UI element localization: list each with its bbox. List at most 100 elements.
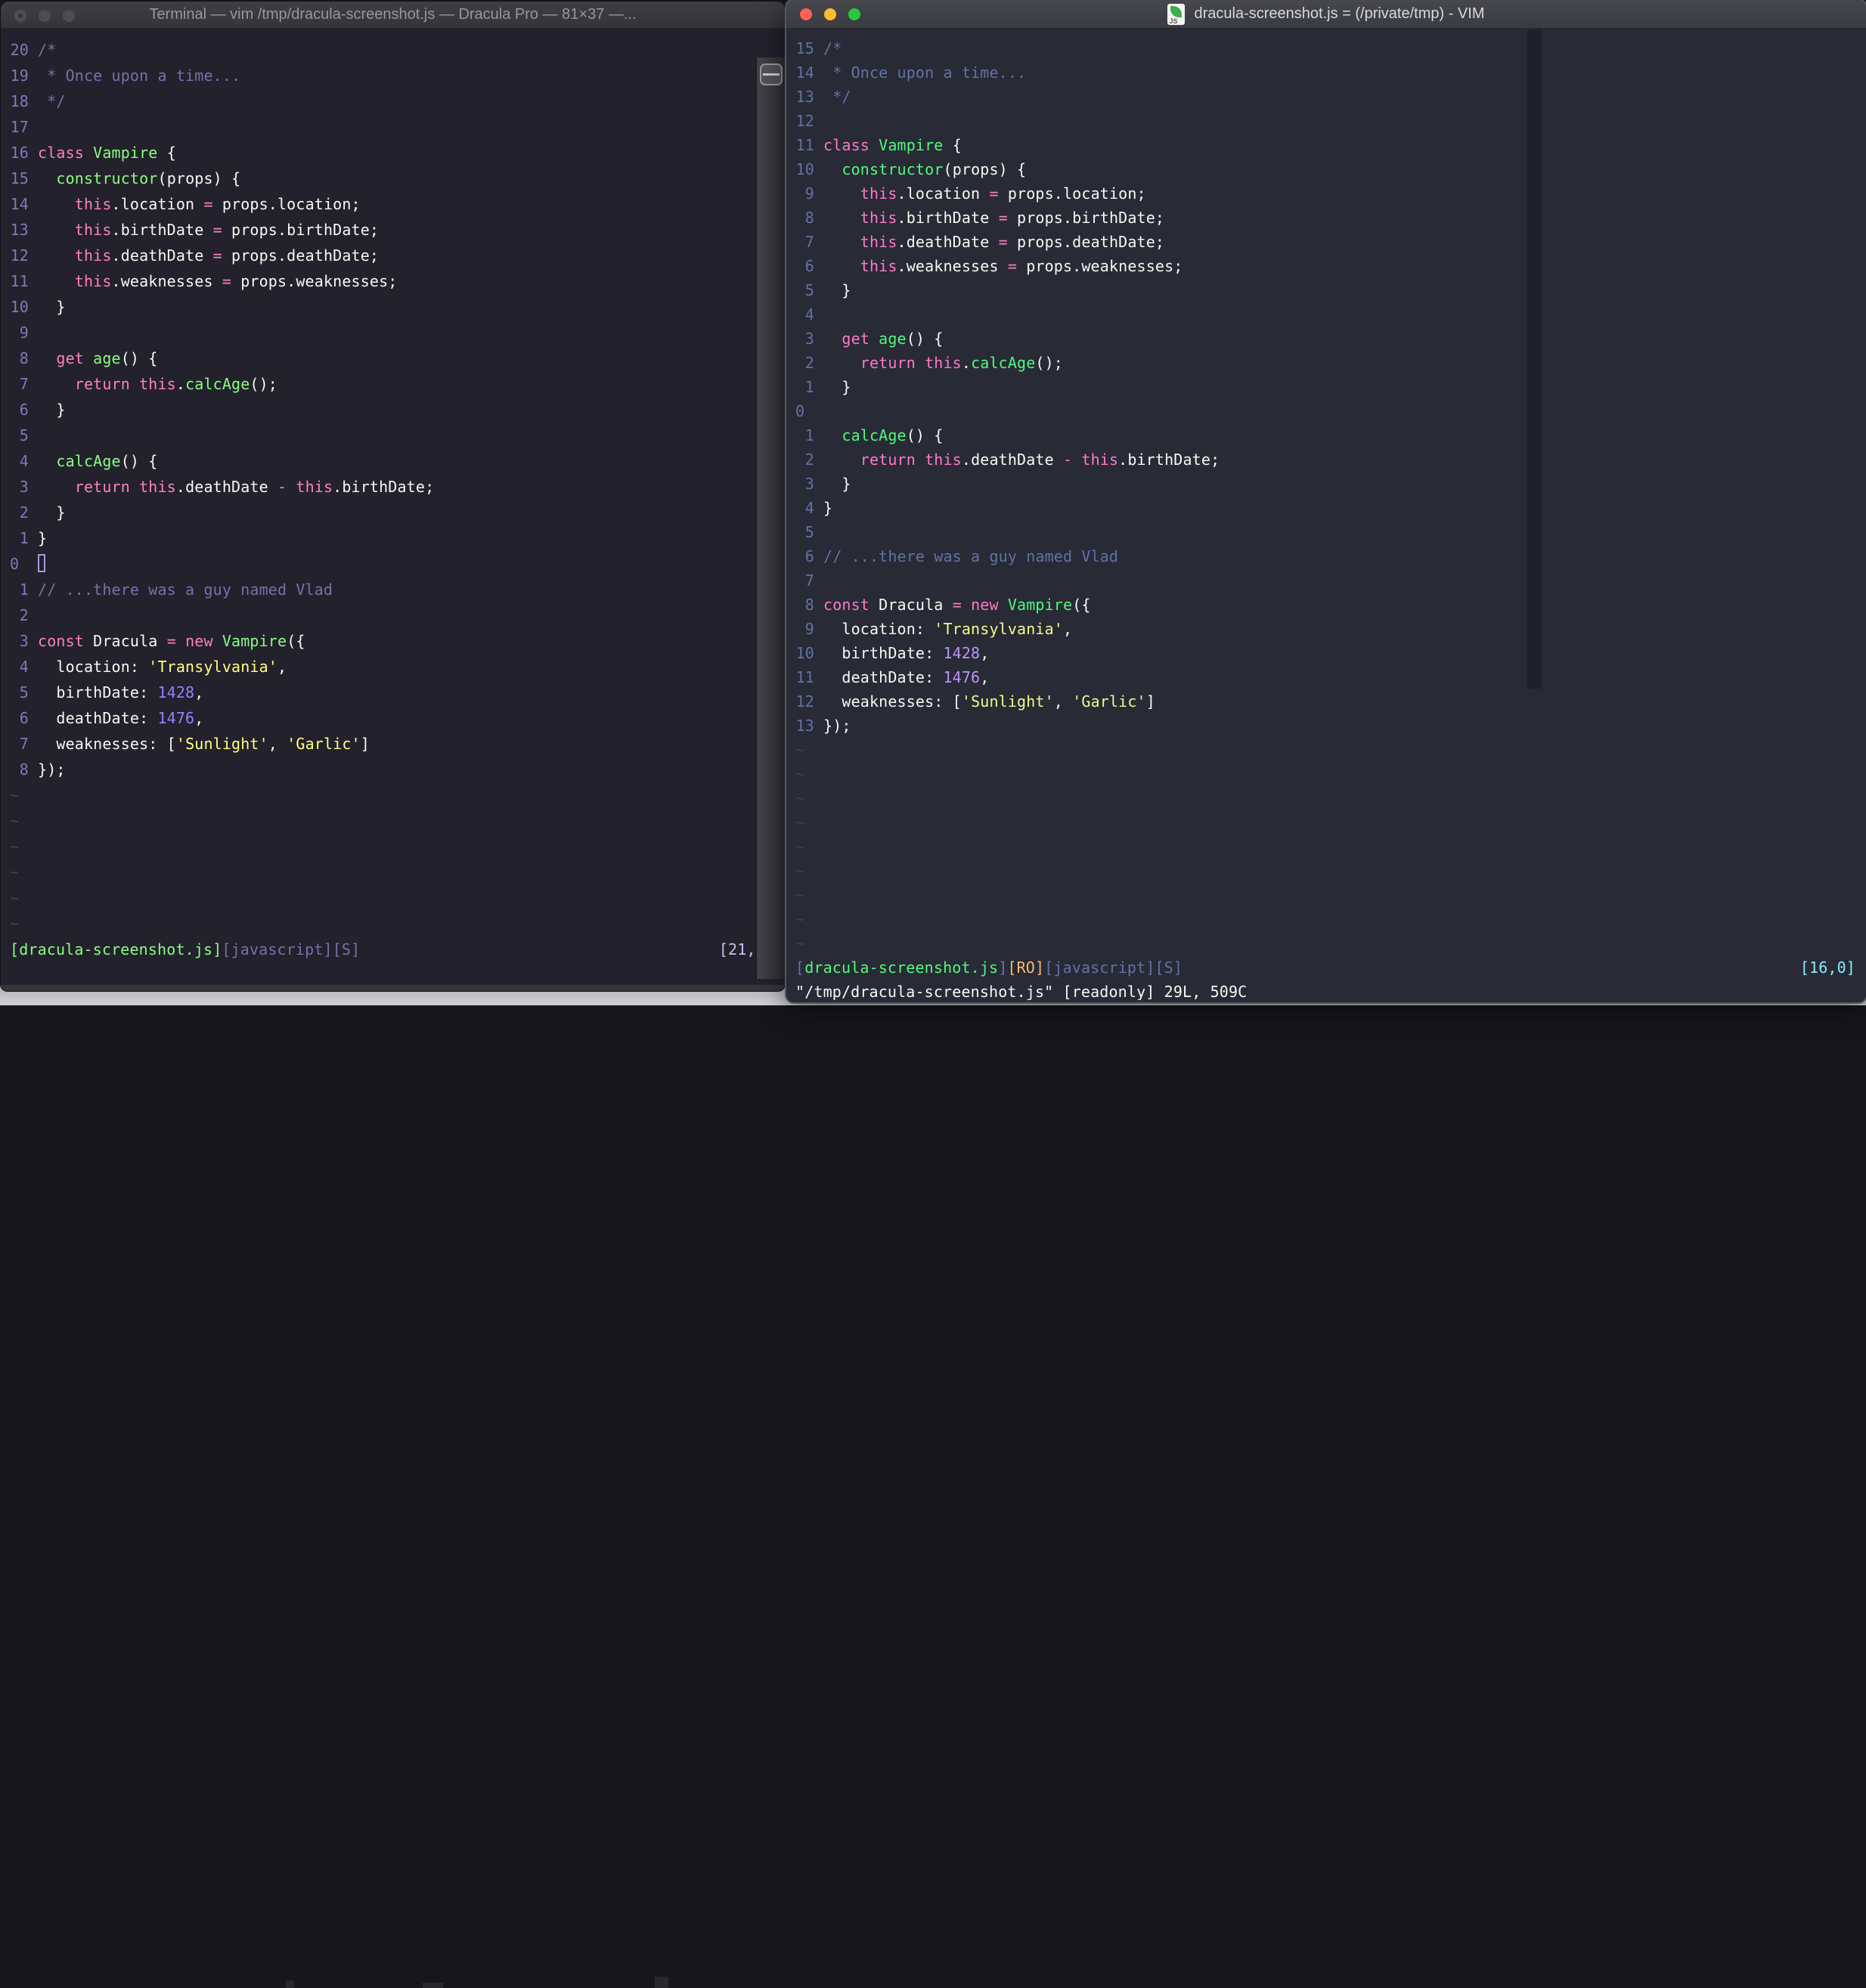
statusline-cursor-position: [16,0] [1799,958,1855,977]
code-line: 5 [10,423,785,448]
line-number: 1 [19,581,29,599]
code-area: 15/* 14 * Once upon a time... 13 */12 11 cla… [795,36,1866,955]
code-line: 4 calcAge() { [10,448,785,474]
statusline-tags: [javascript][S] [1044,958,1183,977]
code-line: 12 [795,109,1866,133]
empty-buffer-line: ~ [10,889,20,907]
document-icon: JS [1167,3,1186,25]
code-line: 3 const Dracula = new Vampire({ [10,628,785,654]
code-line: 5 [795,520,1866,544]
desktop-artifact [655,1977,668,1988]
code-line: 13}); [795,714,1866,738]
terminal-titlebar[interactable]: Terminal — vim /tmp/dracula-screenshot.j… [1,2,785,29]
code-line: 15 constructor(props) { [10,166,785,191]
code-line: 9 [10,320,785,345]
line-number: 7 [19,735,29,753]
line-number: 16 [10,144,29,162]
code-line: 5 birthDate: 1428, [10,680,785,705]
code-line: 7 [795,568,1866,593]
line-number: 15 [795,39,814,57]
vim-buffer-right[interactable]: 15/* 14 * Once upon a time... 13 */12 11 cla… [786,29,1866,1000]
line-number: 14 [10,195,29,213]
code-line: 8 this.birthDate = props.birthDate; [795,206,1866,230]
empty-buffer-line: ~ [795,789,805,807]
code-line: 19 * Once upon a time... [10,63,785,88]
empty-buffer-line: ~ [10,915,20,933]
line-number: 9 [19,324,29,342]
split-pane-button[interactable] [760,63,783,85]
window-edge [1,985,785,991]
line-number: 7 [804,571,814,590]
code-line: 16 class Vampire { [10,140,785,166]
empty-buffer-line: ~ [795,886,805,904]
line-number: 1 [19,529,29,547]
code-line: 14 * Once upon a time... [795,60,1866,85]
line-number: 6 [804,257,814,275]
code-line: 2 return this.deathDate - this.birthDate… [795,447,1866,472]
line-number: 13 [795,717,814,735]
code-line: 1 calcAge() { [795,423,1866,447]
code-line: 3 } [795,472,1866,496]
code-line: 12 this.deathDate = props.deathDate; [10,243,785,268]
line-number: 17 [10,118,29,136]
statusline-bracket: ] [998,958,1008,977]
line-number: 20 [10,41,29,59]
code-line: 6 } [10,397,785,423]
macvim-titlebar[interactable]: JS dracula-screenshot.js = (/private/tmp… [786,0,1866,29]
terminal-scrollbar-track[interactable] [756,57,785,979]
line-number: 10 [795,644,814,662]
code-line: 2 [10,602,785,628]
line-number: 3 [19,478,29,496]
vim-buffer-left[interactable]: 20/* 19 * Once upon a time... 18 */17 16 cla… [1,29,785,962]
code-line: 7 weaknesses: ['Sunlight', 'Garlic'] [10,731,785,757]
code-line: 0 [795,399,1866,423]
empty-buffer-line: ~ [795,838,805,856]
desktop-artifact [286,1980,294,1988]
code-line: 11 this.weaknesses = props.weaknesses; [10,268,785,294]
line-number: 2 [19,606,29,624]
line-number: 14 [795,63,814,82]
line-number: 7 [804,233,814,251]
code-line: 6// ...there was a guy named Vlad [795,544,1866,568]
line-number: 12 [795,692,814,711]
line-number: 3 [19,632,29,650]
code-line: 4 location: 'Transylvania', [10,654,785,680]
line-number: 6 [804,547,814,565]
code-line: 2 } [10,500,785,525]
line-number: 2 [19,503,29,522]
code-line: 5 } [795,278,1866,302]
line-number: 2 [804,354,814,372]
code-line: 1 } [795,375,1866,399]
code-line: 4} [795,496,1866,520]
line-number: 6 [19,709,29,727]
line-number: 8 [19,760,29,779]
statusline-readonly-flag: [RO] [1007,958,1045,977]
empty-buffer-line: ~ [795,741,805,759]
vim-statusline-left: [dracula-screenshot.js] [javascript][S] [… [10,937,785,962]
empty-buffer-line: ~ [10,863,20,881]
empty-buffer-line: ~ [10,786,20,804]
line-number: 12 [795,112,814,130]
line-number: 11 [10,272,29,290]
code-line: 7 this.deathDate = props.deathDate; [795,230,1866,254]
empty-buffer-line: ~ [10,812,20,830]
vim-commandline-right: "/tmp/dracula-screenshot.js" [readonly] … [795,983,1248,1000]
code-line: 10 } [10,294,785,320]
empty-buffer-line: ~ [10,838,20,856]
line-number: 13 [10,221,29,239]
line-number: 18 [10,92,29,110]
code-line: 9 location: 'Transylvania', [795,617,1866,641]
code-line: 1} [10,525,785,551]
line-number: 4 [19,452,29,470]
line-number: 4 [19,658,29,676]
line-number: 1 [804,378,814,396]
line-number: 5 [19,426,29,444]
code-line: 13 */ [795,85,1866,109]
code-line: 8 get age() { [10,345,785,371]
code-line: 7 return this.calcAge(); [10,371,785,397]
line-number: 8 [804,596,814,614]
code-line: 11 class Vampire { [795,133,1866,157]
code-line: 14 this.location = props.location; [10,191,785,217]
code-line: 3 get age() { [795,327,1866,351]
code-line: 1// ...there was a guy named Vlad [10,577,785,602]
